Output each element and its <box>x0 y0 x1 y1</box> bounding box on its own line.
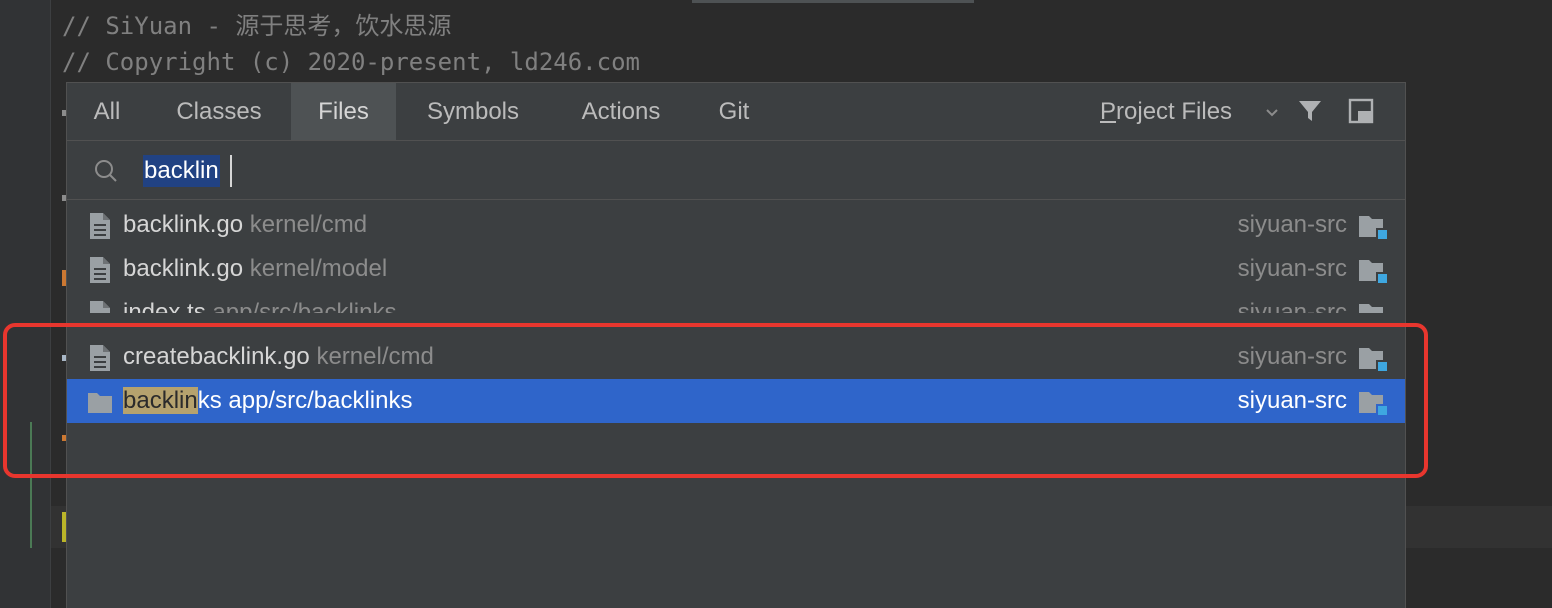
scope-dropdown[interactable]: Project Files <box>1100 83 1232 140</box>
scope-label: roject Files <box>1116 98 1233 125</box>
file-name: backlink.go <box>123 255 244 282</box>
result-name: backlink.go kernel/model <box>123 247 387 291</box>
tab-files[interactable]: Files <box>291 83 396 140</box>
result-row[interactable]: index.ts app/src/backlinks siyuan-src <box>67 291 1405 313</box>
file-name: index.ts <box>123 299 206 313</box>
open-in-tool-window-icon[interactable] <box>1348 98 1374 124</box>
result-name: backlink.go kernel/cmd <box>123 203 367 247</box>
code-comment-line: // SiYuan - 源于思考，饮水思源 <box>62 12 452 40</box>
divider <box>67 199 1405 200</box>
search-tabs: All Classes Files Symbols Actions Git Pr… <box>67 83 1405 140</box>
horizontal-scroll-thumb[interactable] <box>692 0 974 3</box>
module-folder-icon <box>1359 260 1388 284</box>
project-name: siyuan-src <box>1237 255 1347 282</box>
tab-git[interactable]: Git <box>692 83 776 140</box>
result-name: index.ts app/src/backlinks <box>123 291 396 313</box>
project-name: siyuan-src <box>1237 299 1347 313</box>
ts-file-icon <box>90 301 110 313</box>
tab-all[interactable]: All <box>67 83 147 140</box>
result-row[interactable]: backlink.go kernel/model siyuan-src <box>67 247 1405 291</box>
file-name: backlink.go <box>123 211 244 238</box>
result-row[interactable]: backlink.go kernel/cmd siyuan-src <box>67 203 1405 247</box>
search-field[interactable]: backlin <box>67 141 1405 199</box>
search-icon <box>95 160 117 182</box>
file-path: kernel/model <box>249 255 388 282</box>
file-path: app/src/backlinks <box>212 299 397 313</box>
tab-symbols[interactable]: Symbols <box>396 83 550 140</box>
go-file-icon <box>90 213 110 239</box>
scope-mnemonic: P <box>1100 98 1117 125</box>
module-folder-icon <box>1359 304 1383 313</box>
filter-icon[interactable] <box>1296 97 1324 125</box>
project-name: siyuan-src <box>1237 211 1347 238</box>
go-file-icon <box>90 257 110 283</box>
tab-classes[interactable]: Classes <box>147 83 291 140</box>
chevron-down-icon[interactable] <box>1263 103 1281 121</box>
code-comment-line: // Copyright (c) 2020-present, ld246.com <box>62 48 640 76</box>
search-query[interactable]: backlin <box>143 155 220 187</box>
file-path: kernel/cmd <box>249 211 368 238</box>
tab-actions[interactable]: Actions <box>550 83 692 140</box>
editor-gutter <box>0 0 50 608</box>
annotation-highlight-box <box>3 323 1428 478</box>
module-folder-icon <box>1359 216 1388 240</box>
text-caret <box>230 155 232 187</box>
